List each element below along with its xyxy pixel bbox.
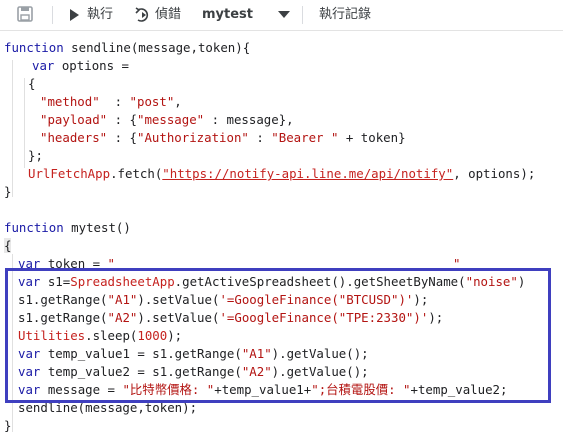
debug-icon — [135, 7, 149, 22]
code-line: } — [4, 184, 12, 199]
save-icon[interactable] — [16, 5, 34, 23]
code-line: var options = — [32, 58, 129, 73]
debug-button[interactable]: 偵錯 — [155, 0, 181, 30]
chevron-down-icon[interactable] — [278, 11, 290, 18]
code-line: } — [4, 418, 12, 433]
code-line: function sendline(message,token){ — [4, 40, 251, 55]
run-button[interactable]: 執行 — [87, 0, 113, 30]
code-line: "payload" : {"message" : message}, — [40, 112, 294, 127]
indent-guide — [24, 78, 25, 168]
execution-log-button[interactable]: 執行記錄 — [319, 0, 371, 30]
code-line: function mytest() — [4, 220, 131, 235]
code-line: "method" : "post", — [40, 94, 182, 109]
toolbar-divider — [52, 6, 53, 24]
code-line: "headers" : {"Authorization" : "Bearer "… — [40, 130, 406, 145]
code-editor[interactable]: function sendline(message,token){ var op… — [0, 31, 563, 445]
code-line: }; — [28, 148, 43, 163]
indent-guide — [12, 60, 13, 197]
toolbar-divider — [302, 6, 303, 24]
code-line: { — [28, 76, 36, 91]
function-selector[interactable]: mytest — [202, 0, 253, 30]
highlight-box — [5, 268, 551, 403]
play-icon — [70, 9, 79, 21]
toolbar: 執行 偵錯 mytest 執行記錄 — [0, 0, 563, 31]
code-line: UrlFetchApp.fetch("https://notify-api.li… — [28, 166, 536, 181]
code-line: { — [4, 238, 12, 253]
